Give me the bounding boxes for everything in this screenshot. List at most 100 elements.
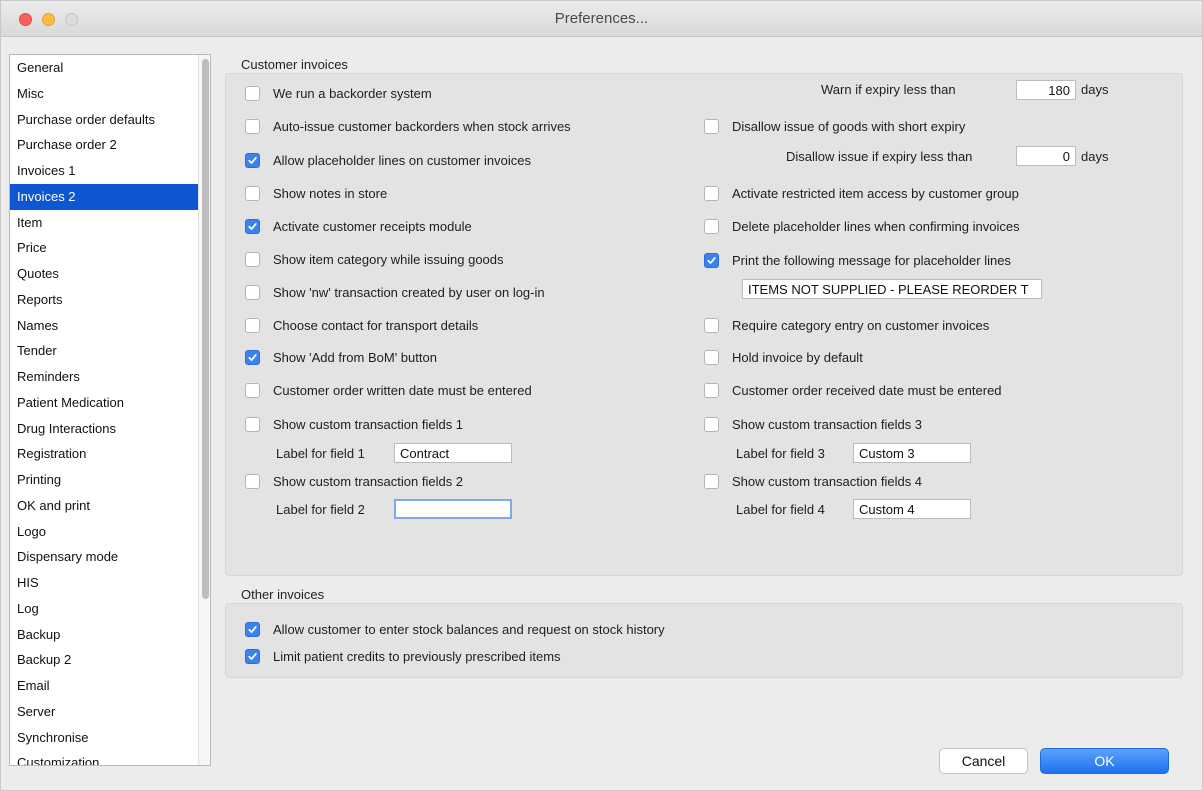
sidebar-item[interactable]: Tender (10, 338, 198, 364)
checkbox-option[interactable]: Activate restricted item access by custo… (704, 183, 1019, 203)
preferences-window: Preferences... General Misc Purchase order… (0, 0, 1203, 791)
sidebar-item[interactable]: Quotes (10, 261, 198, 287)
checkbox-unchecked[interactable] (245, 284, 260, 300)
checkbox-label: Customer order written date must be ente… (273, 382, 532, 398)
checkbox-checked[interactable] (245, 621, 260, 637)
sidebar-item[interactable]: HIS (10, 570, 198, 596)
sidebar-item[interactable]: Price (10, 235, 198, 261)
checkbox-option[interactable]: Require category entry on customer invoi… (704, 315, 989, 335)
sidebar-scroll-thumb[interactable] (202, 59, 209, 599)
checkbox-checked[interactable] (245, 349, 260, 365)
field-2-input[interactable] (394, 499, 512, 519)
checkbox-option[interactable]: Show custom transaction fields 2 (245, 471, 463, 491)
sidebar-item[interactable]: OK and print (10, 493, 198, 519)
checkbox-checked[interactable] (704, 252, 719, 268)
sidebar-item[interactable]: Log (10, 596, 198, 622)
other-invoices-group (225, 603, 1183, 678)
warn-expiry-label: Warn if expiry less than (821, 82, 956, 97)
checkbox-option[interactable]: Show item category while issuing goods (245, 249, 504, 269)
sidebar-item[interactable]: Item (10, 210, 198, 236)
checkbox-label: Require category entry on customer invoi… (732, 317, 990, 333)
checkbox-option[interactable]: Disallow issue of goods with short expir… (704, 116, 965, 136)
checkbox-option[interactable]: Delete placeholder lines when confirming… (704, 216, 1020, 236)
checkbox-option[interactable]: Print the following message for placehol… (704, 250, 1011, 270)
checkbox-label: Show custom transaction fields 4 (732, 473, 923, 489)
checkbox-option[interactable]: Show notes in store (245, 183, 387, 203)
checkbox-option[interactable]: Allow placeholder lines on customer invo… (245, 150, 531, 170)
checkbox-option[interactable]: Customer order received date must be ent… (704, 380, 1002, 400)
checkbox-option[interactable]: We run a backorder system (245, 83, 432, 103)
checkbox-checked[interactable] (245, 648, 260, 664)
checkbox-checked[interactable] (245, 218, 260, 234)
cancel-button[interactable]: Cancel (939, 748, 1028, 774)
checkbox-option[interactable]: Show 'nw' transaction created by user on… (245, 282, 545, 302)
sidebar-item[interactable]: Names (10, 313, 198, 339)
disallow-expiry-unit: days (1081, 149, 1109, 164)
checkbox-label: Choose contact for transport details (273, 317, 479, 333)
checkbox-label: Activate customer receipts module (273, 218, 472, 234)
checkbox-option[interactable]: Hold invoice by default (704, 347, 863, 367)
field-2-label: Label for field 2 (276, 502, 365, 517)
checkbox-unchecked[interactable] (704, 349, 719, 365)
checkbox-option[interactable]: Customer order written date must be ente… (245, 380, 532, 400)
field-1-input[interactable] (394, 443, 512, 463)
checkbox-unchecked[interactable] (704, 218, 719, 234)
checkbox-unchecked[interactable] (704, 473, 719, 489)
field-3-input[interactable] (853, 443, 971, 463)
checkbox-label: Print the following message for placehol… (732, 252, 1011, 268)
sidebar-item[interactable]: Customization (10, 750, 198, 765)
disallow-expiry-days-field[interactable] (1016, 146, 1076, 166)
checkbox-unchecked[interactable] (704, 317, 719, 333)
sidebar-item[interactable]: Backup (10, 622, 198, 648)
sidebar-item[interactable]: Dispensary mode (10, 544, 198, 570)
sidebar-item[interactable]: Patient Medication (10, 390, 198, 416)
checkbox-unchecked[interactable] (245, 382, 260, 398)
checkbox-unchecked[interactable] (245, 185, 260, 201)
checkbox-option[interactable]: Show custom transaction fields 1 (245, 414, 463, 434)
sidebar-item[interactable]: Reminders (10, 364, 198, 390)
checkbox-unchecked[interactable] (704, 118, 719, 134)
ok-button[interactable]: OK (1040, 748, 1169, 774)
sidebar-item[interactable]: Invoices 1 (10, 158, 198, 184)
checkbox-unchecked[interactable] (245, 118, 260, 134)
sidebar-item[interactable]: Printing (10, 467, 198, 493)
checkbox-option[interactable]: Auto-issue customer backorders when stoc… (245, 116, 571, 136)
checkbox-label: Show custom transaction fields 2 (273, 473, 464, 489)
sidebar-item[interactable]: Logo (10, 519, 198, 545)
checkbox-option[interactable]: Show 'Add from BoM' button (245, 347, 437, 367)
checkbox-unchecked[interactable] (245, 416, 260, 432)
sidebar-item[interactable]: Invoices 2 (10, 183, 198, 210)
checkbox-unchecked[interactable] (245, 85, 260, 101)
checkbox-unchecked[interactable] (704, 416, 719, 432)
checkbox-option[interactable]: Show custom transaction fields 4 (704, 471, 922, 491)
checkbox-label: Disallow issue of goods with short expir… (732, 118, 966, 134)
checkbox-option[interactable]: Choose contact for transport details (245, 315, 478, 335)
sidebar-item[interactable]: Server (10, 699, 198, 725)
sidebar-item[interactable]: Backup 2 (10, 647, 198, 673)
checkbox-checked[interactable] (245, 152, 260, 168)
sidebar-item[interactable]: General (10, 55, 198, 81)
checkbox-unchecked[interactable] (704, 382, 719, 398)
checkbox-option[interactable]: Limit patient credits to previously pres… (245, 646, 561, 666)
field-4-input[interactable] (853, 499, 971, 519)
checkbox-unchecked[interactable] (245, 473, 260, 489)
checkbox-unchecked[interactable] (245, 317, 260, 333)
sidebar-item[interactable]: Registration (10, 441, 198, 467)
placeholder-message-field[interactable] (742, 279, 1042, 299)
checkbox-unchecked[interactable] (704, 185, 719, 201)
warn-expiry-days-field[interactable] (1016, 80, 1076, 100)
sidebar-item[interactable]: Misc (10, 81, 198, 107)
checkbox-option[interactable]: Allow customer to enter stock balances a… (245, 619, 665, 639)
sidebar-item[interactable]: Purchase order 2 (10, 132, 198, 158)
field-4-label: Label for field 4 (736, 502, 825, 517)
checkbox-unchecked[interactable] (245, 251, 260, 267)
checkbox-label: We run a backorder system (273, 85, 432, 101)
sidebar-item[interactable]: Reports (10, 287, 198, 313)
sidebar-item[interactable]: Email (10, 673, 198, 699)
sidebar-item[interactable]: Drug Interactions (10, 416, 198, 442)
checkbox-option[interactable]: Show custom transaction fields 3 (704, 414, 922, 434)
sidebar-item[interactable]: Purchase order defaults (10, 107, 198, 133)
checkbox-option[interactable]: Activate customer receipts module (245, 216, 472, 236)
sidebar-scrollbar[interactable] (198, 55, 210, 765)
sidebar-item[interactable]: Synchronise (10, 725, 198, 751)
